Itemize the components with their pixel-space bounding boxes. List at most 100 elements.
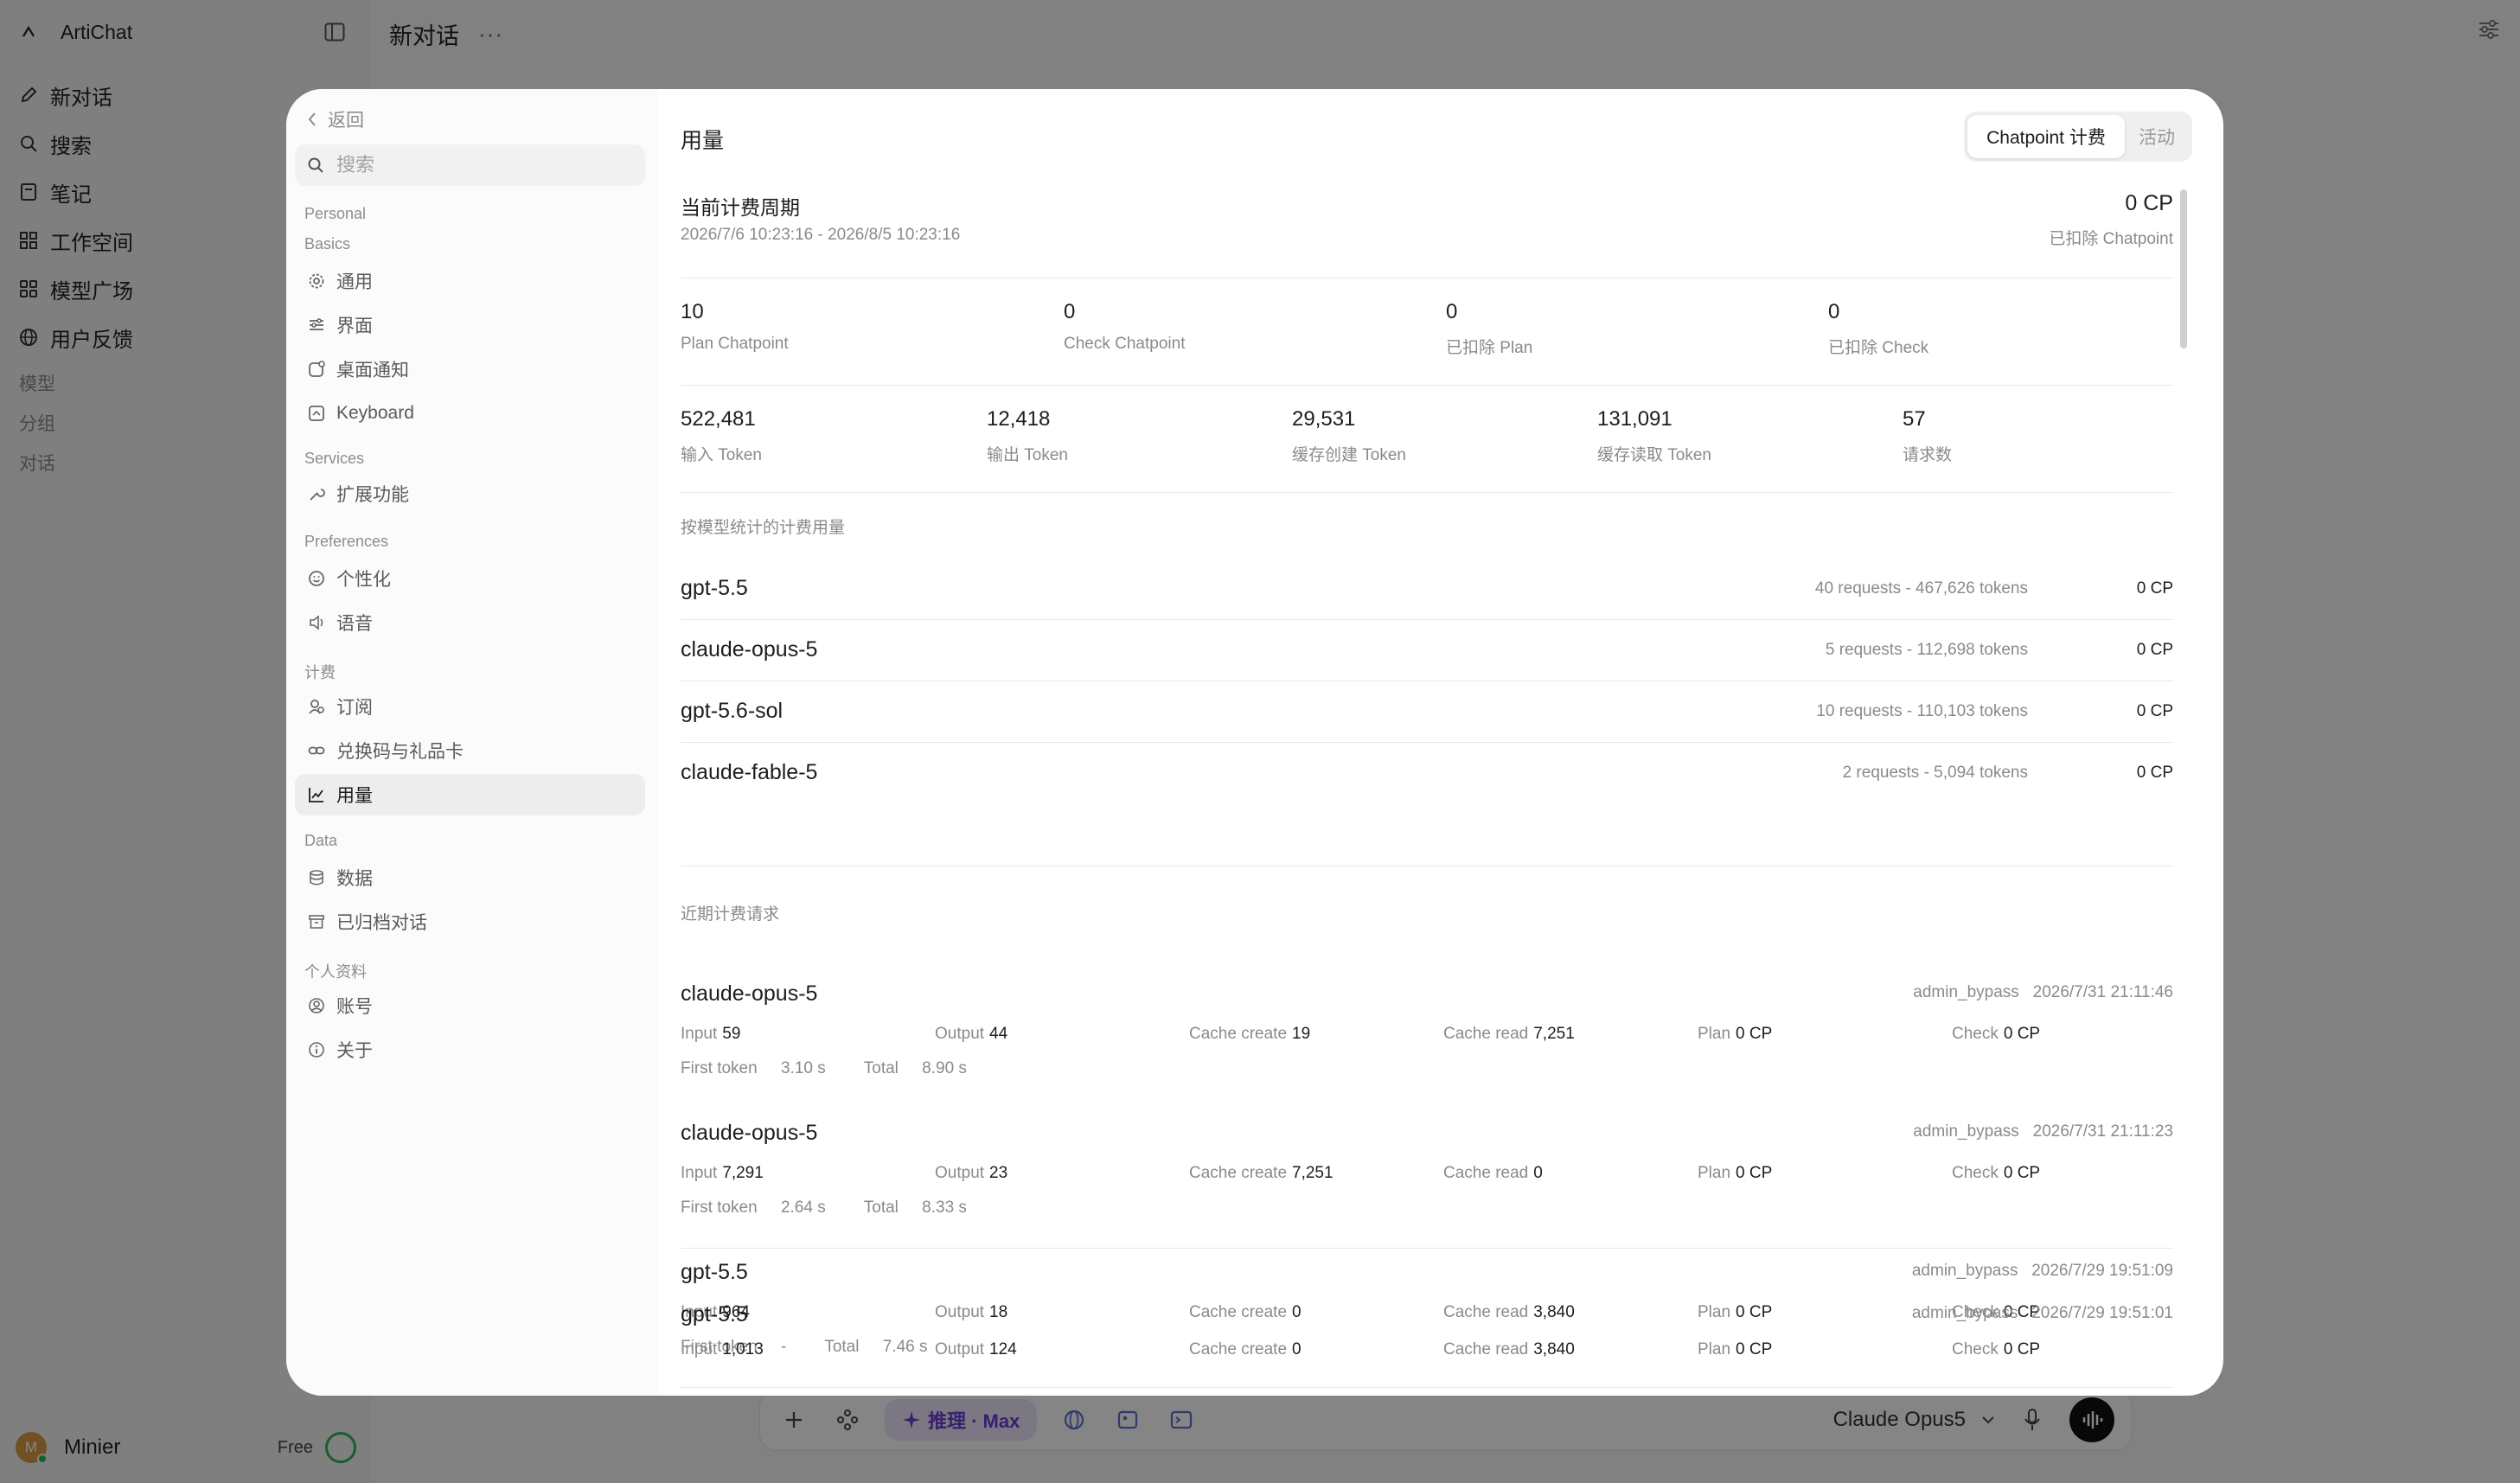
settings-item-label: 用量 — [336, 786, 373, 806]
stat-value: 0 — [1064, 300, 1076, 323]
group-data: Data — [304, 832, 338, 849]
request-time: 2026/7/31 21:11:23 — [2032, 1122, 2173, 1141]
settings-item-general[interactable]: 通用 — [295, 260, 645, 302]
request-timing: First token 3.10 s Total 8.90 s — [681, 1059, 967, 1077]
field-check: Check 0 CP — [1952, 1164, 2041, 1182]
stat-value: 29,531 — [1292, 407, 1356, 431]
request-item: claude-opus-5 admin_bypass 2026/7/31 21:… — [681, 1121, 2173, 1260]
speaker-icon — [307, 613, 326, 632]
usage-content[interactable]: 当前计费周期 2026/7/6 10:23:16 - 2026/8/5 10:2… — [681, 186, 2173, 1396]
request-meta: admin_bypass 2026/7/31 21:11:23 — [1913, 1122, 2173, 1141]
sliders-icon — [307, 316, 326, 335]
model-cp: 0 CP — [2136, 640, 2173, 659]
usage-tab-switch: Chatpoint 计费 活动 — [1964, 112, 2192, 162]
billing-period: 当前计费周期 2026/7/6 10:23:16 - 2026/8/5 10:2… — [681, 186, 2173, 264]
notification-icon — [307, 360, 326, 379]
tab-activity[interactable]: 活动 — [2125, 115, 2189, 158]
field-cache-read: Cache read 3,840 — [1443, 1340, 1575, 1358]
stat-value: 0 — [1446, 300, 1458, 323]
field-output: Output 44 — [935, 1025, 1008, 1043]
database-icon — [307, 868, 326, 887]
back-button[interactable]: 返回 — [307, 106, 364, 132]
group-billing: 计费 — [304, 664, 336, 681]
chevron-left-icon — [307, 112, 317, 127]
settings-item-label: 通用 — [336, 272, 373, 292]
tab-chatpoint-billing[interactable]: Chatpoint 计费 — [1967, 115, 2125, 158]
request-time: 2026/7/29 19:51:01 — [2031, 1304, 2173, 1322]
billing-period-range: 2026/7/6 10:23:16 - 2026/8/5 10:23:16 — [681, 226, 961, 244]
request-fields: Input 1,013 Output 124 Cache create 0 Cache… — [681, 1340, 2173, 1361]
settings-modal: 返回 Personal Basics 通用 界面 桌面通知 Keyboard S… — [286, 89, 2223, 1396]
settings-item-subscription[interactable]: 订阅 — [295, 686, 645, 727]
settings-item-label: 桌面通知 — [336, 361, 409, 380]
stat-label: 请求数 — [1903, 446, 1953, 464]
settings-item-voice[interactable]: 语音 — [295, 602, 645, 643]
stat-cache-create-tokens: 29,531 缓存创建 Token — [1292, 407, 1406, 465]
settings-search-input[interactable] — [336, 154, 622, 176]
request-user: admin_bypass — [1913, 983, 2019, 1001]
settings-item-usage[interactable]: 用量 — [295, 774, 645, 815]
model-meta: 10 requests - 110,103 tokens — [1816, 701, 2028, 720]
request-meta: admin_bypass 2026/7/31 21:11:46 — [1913, 983, 2173, 1002]
settings-item-keyboard[interactable]: Keyboard — [295, 393, 645, 434]
settings-item-label: 扩展功能 — [336, 485, 409, 505]
stat-plan-chatpoint: 10 Plan Chatpoint — [681, 300, 789, 354]
settings-search — [295, 144, 645, 186]
settings-item-account[interactable]: 账号 — [295, 985, 645, 1026]
request-item: gpt-5.5 admin_bypass 2026/7/29 19:51:01 … — [681, 1302, 2173, 1396]
stat-value: 522,481 — [681, 407, 756, 431]
model-name: claude-opus-5 — [681, 637, 818, 662]
request-meta: admin_bypass 2026/7/29 19:51:09 — [1912, 1262, 2173, 1281]
settings-item-archived[interactable]: 已归档对话 — [295, 901, 645, 943]
field-plan: Plan 0 CP — [1698, 1164, 1773, 1182]
stat-deducted-plan: 0 已扣除 Plan — [1446, 300, 1532, 358]
model-name: gpt-5.6-sol — [681, 699, 784, 723]
group-personal: Personal — [304, 205, 367, 222]
settings-item-label: 订阅 — [336, 698, 373, 718]
request-fields: Input 7,291 Output 23 Cache create 7,251 Ca… — [681, 1164, 2173, 1185]
deducted-total-label: 已扣除 Chatpoint — [2049, 230, 2173, 248]
stat-label: 缓存创建 Token — [1292, 446, 1406, 464]
stat-input-tokens: 522,481 输入 Token — [681, 407, 762, 465]
info-icon — [307, 1040, 326, 1059]
stat-label: Check Chatpoint — [1064, 335, 1186, 353]
settings-item-data[interactable]: 数据 — [295, 857, 645, 898]
model-usage-row: gpt-5.5 40 requests - 467,626 tokens 0 C… — [681, 558, 2173, 619]
wrench-icon — [307, 484, 326, 503]
settings-item-label: 已归档对话 — [336, 913, 427, 933]
keyboard-icon — [307, 404, 326, 423]
settings-item-interface[interactable]: 界面 — [295, 304, 645, 346]
stat-label: Plan Chatpoint — [681, 335, 789, 353]
settings-item-notifications[interactable]: 桌面通知 — [295, 348, 645, 390]
search-icon — [307, 157, 324, 174]
content-scrollbar[interactable] — [2180, 189, 2187, 348]
settings-item-personalize[interactable]: 个性化 — [295, 558, 645, 599]
request-model: gpt-5.5 — [681, 1260, 748, 1284]
field-cache-read: Cache read 7,251 — [1443, 1025, 1575, 1043]
field-cache-create: Cache create 19 — [1189, 1025, 1311, 1043]
gear-icon — [307, 272, 326, 291]
model-meta: 2 requests - 5,094 tokens — [1842, 763, 2028, 782]
stat-output-tokens: 12,418 输出 Token — [987, 407, 1068, 465]
settings-item-about[interactable]: 关于 — [295, 1029, 645, 1071]
model-cp: 0 CP — [2136, 578, 2173, 598]
archive-icon — [307, 912, 326, 931]
group-profile: 个人资料 — [304, 963, 367, 981]
settings-item-redeem[interactable]: 兑换码与礼品卡 — [295, 730, 645, 771]
stat-value: 57 — [1903, 407, 1926, 431]
field-output: Output 23 — [935, 1164, 1008, 1182]
page-title: 用量 — [681, 129, 725, 153]
field-input: Input 59 — [681, 1025, 741, 1043]
settings-item-extensions[interactable]: 扩展功能 — [295, 473, 645, 515]
request-meta: admin_bypass 2026/7/29 19:51:01 — [1912, 1304, 2173, 1323]
model-name: claude-fable-5 — [681, 760, 818, 784]
stat-label: 输入 Token — [681, 446, 762, 464]
field-input: Input 7,291 — [681, 1164, 764, 1182]
request-time: 2026/7/31 21:11:46 — [2032, 983, 2173, 1001]
chart-line-icon — [307, 785, 326, 804]
model-name: gpt-5.5 — [681, 576, 748, 600]
request-user: admin_bypass — [1911, 1262, 2018, 1280]
divider — [681, 385, 2173, 386]
model-meta: 5 requests - 112,698 tokens — [1825, 640, 2028, 659]
request-timing: First token 2.64 s Total 8.33 s — [681, 1199, 967, 1217]
